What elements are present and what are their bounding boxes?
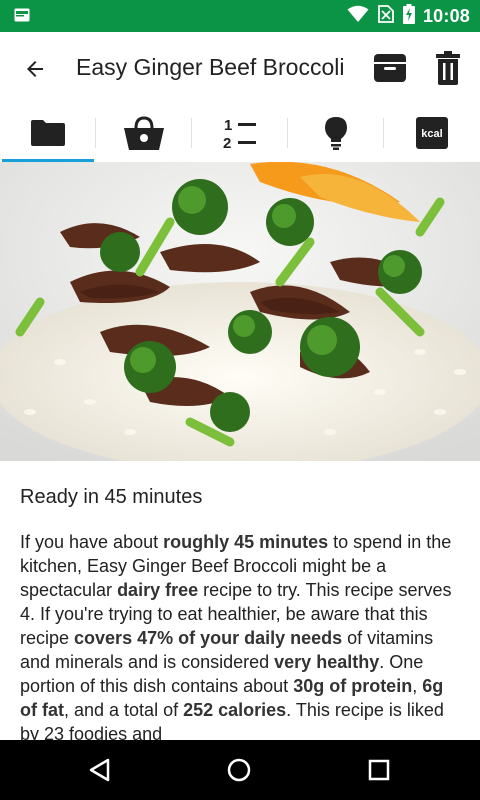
nav-home-button[interactable]	[222, 754, 256, 786]
basket-icon	[124, 116, 164, 150]
recipe-photo	[0, 162, 480, 461]
folder-icon	[31, 120, 65, 146]
numbered-list-icon: 1 2	[223, 117, 256, 150]
description-highlight: dairy free	[117, 580, 199, 600]
description-highlight: 252 calories	[183, 700, 287, 720]
wifi-icon	[347, 5, 369, 28]
description-highlight: roughly 45 minutes	[163, 532, 329, 552]
tab-bar: 1 2 kcal	[0, 104, 480, 162]
recipe-image	[0, 162, 480, 461]
recipe-description: If you have about roughly 45 minutes to …	[20, 530, 464, 746]
svg-text:2: 2	[223, 135, 231, 150]
kcal-icon: kcal	[416, 117, 448, 149]
recents-square-icon	[368, 759, 390, 781]
tab-overview[interactable]	[0, 104, 96, 162]
nav-recents-button[interactable]	[362, 754, 396, 786]
description-text: ,	[412, 676, 423, 696]
description-text: , and a total of	[64, 700, 184, 720]
notification-icon	[14, 8, 30, 22]
archive-button[interactable]	[370, 48, 410, 88]
delete-button[interactable]	[428, 48, 468, 88]
tab-ingredients[interactable]	[96, 104, 192, 162]
app-bar: Easy Ginger Beef Broccoli	[0, 32, 480, 104]
battery-charging-icon	[402, 3, 415, 29]
archive-icon	[374, 54, 406, 82]
description-text: If you have about	[20, 532, 164, 552]
lightbulb-icon	[325, 117, 347, 150]
tab-steps[interactable]: 1 2	[192, 104, 288, 162]
description-highlight: covers 47% of your daily needs	[74, 628, 343, 648]
arrow-back-icon	[27, 61, 43, 77]
svg-text:kcal: kcal	[421, 128, 442, 140]
tab-tips[interactable]	[288, 104, 384, 162]
no-sim-icon	[377, 4, 395, 28]
tab-nutrition[interactable]: kcal	[384, 104, 480, 162]
ready-time: Ready in 45 minutes	[20, 486, 203, 508]
recipe-summary: Ready in 45 minutes If you have about ro…	[20, 484, 464, 746]
description-highlight: very healthy	[274, 652, 380, 672]
description-highlight: 30g of protein	[293, 676, 413, 696]
delete-icon	[436, 51, 460, 85]
navigation-bar	[0, 740, 480, 800]
back-button[interactable]	[18, 52, 52, 86]
nav-back-button[interactable]	[82, 754, 116, 786]
svg-text:1: 1	[224, 117, 232, 134]
status-bar: 10:08	[0, 0, 480, 32]
status-time: 10:08	[422, 5, 470, 26]
page-title: Easy Ginger Beef Broccoli	[76, 54, 345, 80]
back-triangle-icon	[89, 758, 110, 782]
home-circle-icon	[227, 758, 251, 782]
